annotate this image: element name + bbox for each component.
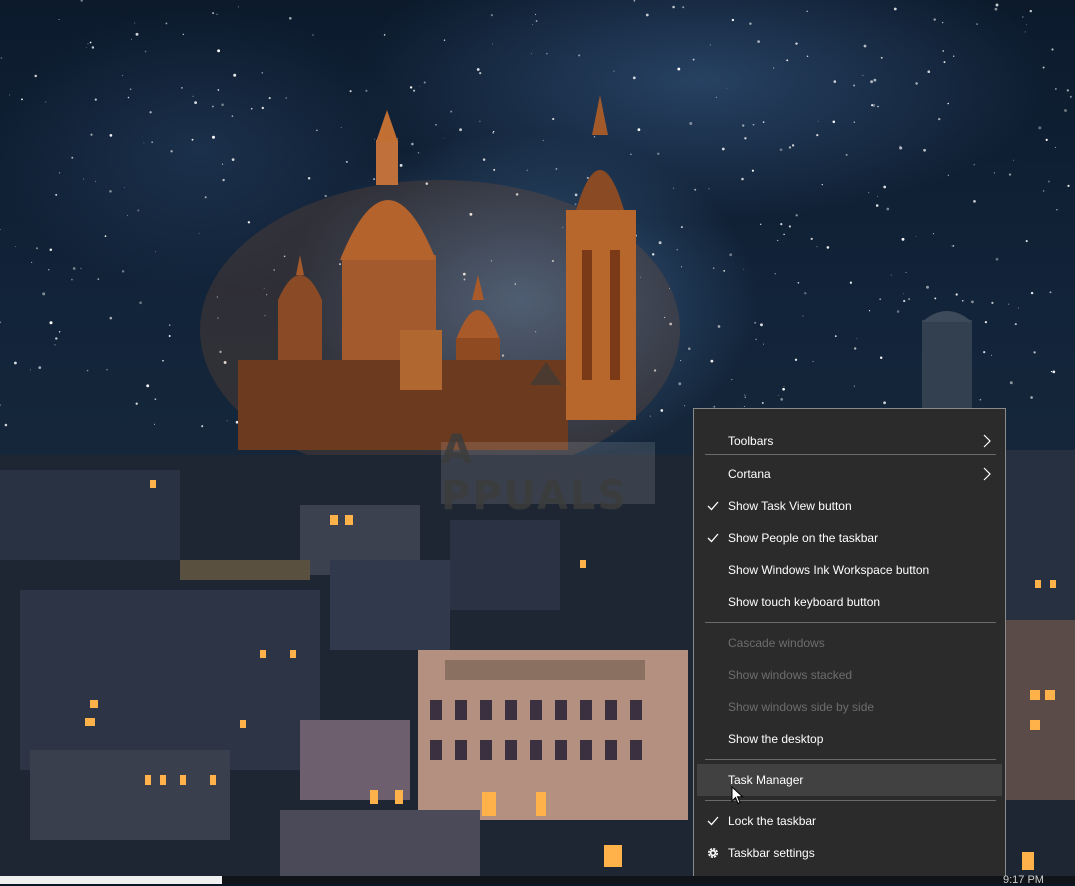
menu-item-taskbar-settings[interactable]: Taskbar settings <box>697 837 1002 869</box>
checkmark-icon <box>705 813 721 829</box>
checkmark-icon <box>705 530 721 546</box>
taskbar[interactable]: 9:17 PM <box>0 874 1075 886</box>
menu-item-toolbars[interactable]: Toolbars <box>697 425 1002 457</box>
menu-item-show-touch-keyboard[interactable]: Show touch keyboard button <box>697 586 1002 618</box>
chevron-right-icon <box>982 434 992 448</box>
menu-item-label: Show touch keyboard button <box>728 595 881 609</box>
menu-item-label: Show People on the taskbar <box>728 531 879 545</box>
menu-item-cortana[interactable]: Cortana <box>697 458 1002 490</box>
menu-item-label: Show windows stacked <box>728 668 853 682</box>
menu-item-show-desktop[interactable]: Show the desktop <box>697 723 1002 755</box>
menu-item-cascade-windows: Cascade windows <box>697 627 1002 659</box>
appuals-watermark: A PPUALS <box>441 427 655 519</box>
menu-item-label: Cascade windows <box>728 636 825 650</box>
gear-icon <box>705 845 721 861</box>
menu-item-show-windows-stacked: Show windows stacked <box>697 659 1002 691</box>
menu-item-label: Show the desktop <box>728 732 824 746</box>
menu-item-show-task-view-button[interactable]: Show Task View button <box>697 490 1002 522</box>
watermark-text: A PPUALS <box>441 427 629 519</box>
menu-separator <box>705 454 996 455</box>
menu-separator <box>705 800 996 801</box>
menu-item-show-windows-side-by-side: Show windows side by side <box>697 691 1002 723</box>
taskbar-context-menu: Toolbars Cortana Show Task View button S… <box>693 408 1006 878</box>
menu-separator <box>705 759 996 760</box>
chevron-right-icon <box>982 467 992 481</box>
menu-item-label: Show Windows Ink Workspace button <box>728 563 930 577</box>
menu-item-label: Taskbar settings <box>728 846 815 860</box>
mouse-cursor-icon <box>731 786 744 805</box>
taskbar-clock[interactable]: 9:17 PM <box>1003 874 1044 886</box>
menu-item-label: Toolbars <box>728 434 774 448</box>
menu-item-label: Show Task View button <box>728 499 852 513</box>
taskbar-search-box[interactable] <box>0 876 222 884</box>
checkmark-icon <box>705 498 721 514</box>
menu-item-label: Cortana <box>728 467 771 481</box>
menu-item-label: Lock the taskbar <box>728 814 817 828</box>
menu-item-show-people[interactable]: Show People on the taskbar <box>697 522 1002 554</box>
menu-item-label: Show windows side by side <box>728 700 875 714</box>
menu-item-lock-taskbar[interactable]: Lock the taskbar <box>697 805 1002 837</box>
menu-item-show-ink-workspace[interactable]: Show Windows Ink Workspace button <box>697 554 1002 586</box>
menu-item-label: Task Manager <box>728 773 804 787</box>
menu-separator <box>705 622 996 623</box>
